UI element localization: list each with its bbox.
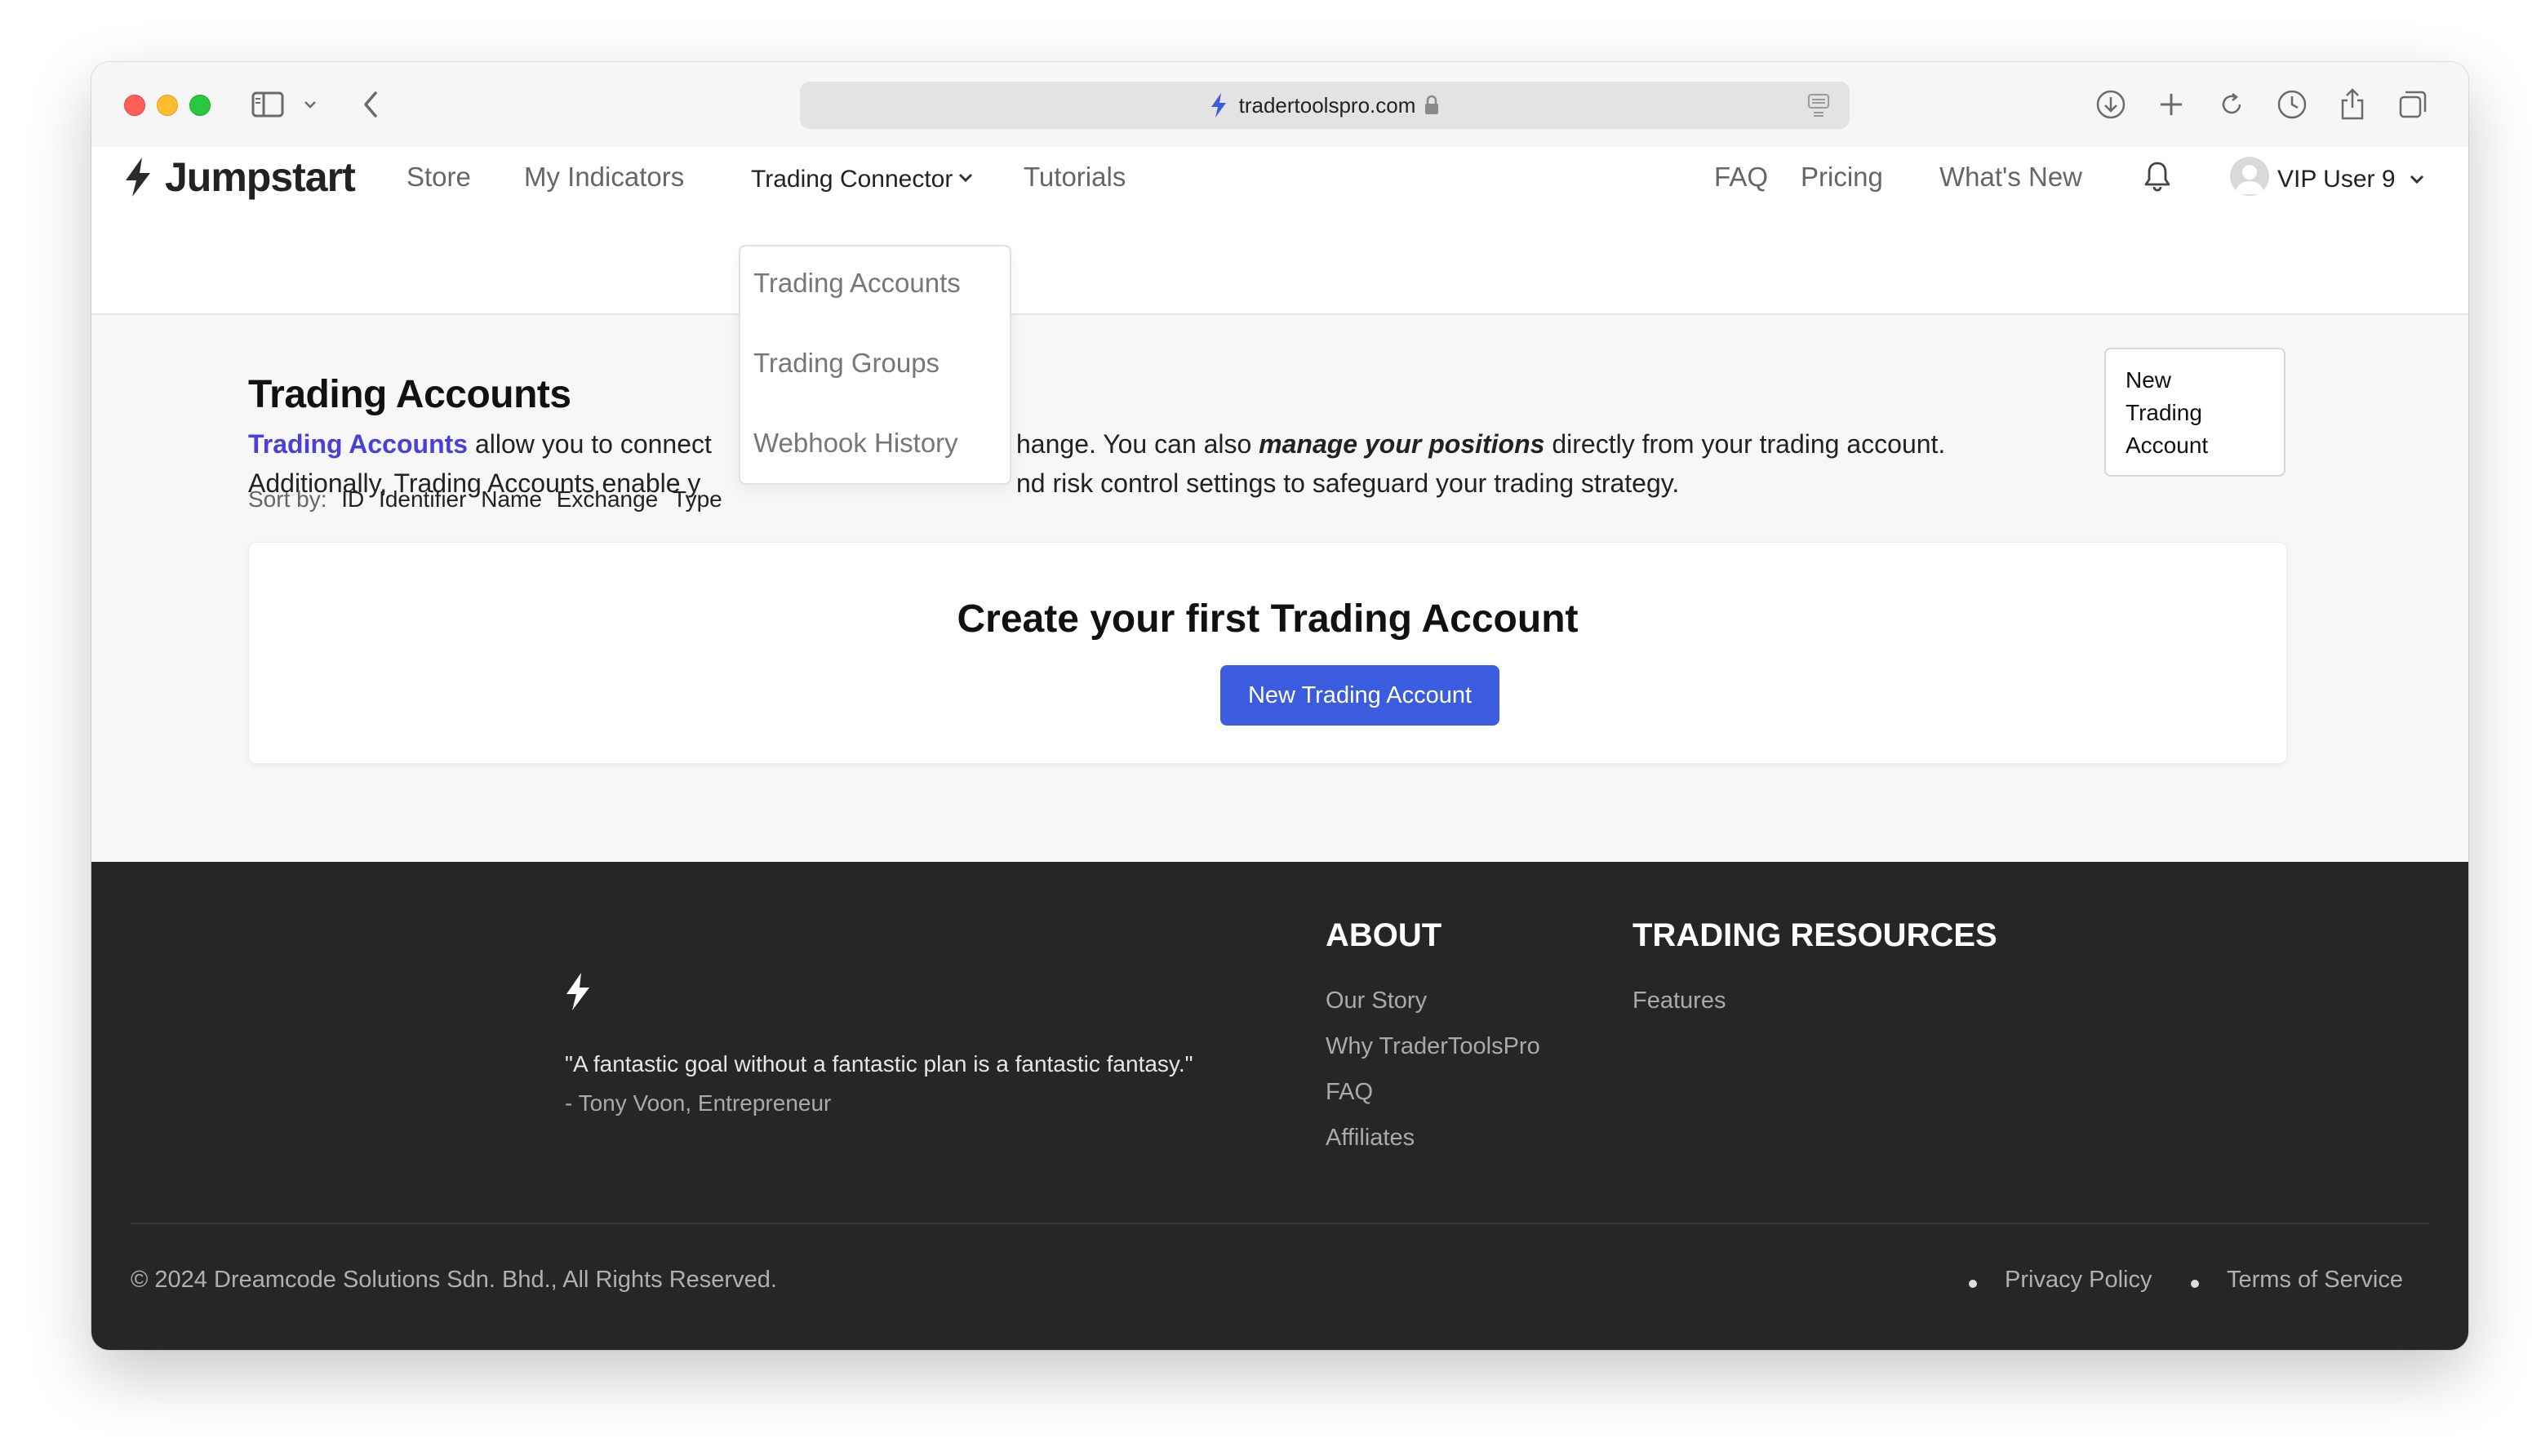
button-label-line: Account — [2126, 433, 2209, 458]
footer-quote-author: - Tony Voon, Entrepreneur — [565, 1090, 832, 1116]
dropdown-item-trading-groups[interactable]: Trading Groups — [753, 348, 940, 379]
footer-link-our-story[interactable]: Our Story — [1326, 988, 1427, 1014]
page-description-line-1-tail: hange. You can also manage your position… — [1016, 429, 1945, 459]
sort-option-exchange[interactable]: Exchange — [557, 486, 659, 512]
footer-quote: "A fantastic goal without a fantastic pl… — [565, 1051, 1193, 1076]
share-icon[interactable] — [2331, 83, 2374, 126]
chevron-down-icon — [957, 171, 975, 184]
bullet-icon — [2191, 1280, 2199, 1288]
new-tab-icon[interactable] — [2150, 83, 2192, 126]
history-icon[interactable] — [2271, 83, 2313, 126]
sort-option-name[interactable]: Name — [481, 486, 542, 512]
create-trading-account-button[interactable]: New Trading Account — [1220, 665, 1499, 726]
tabs-overview-icon[interactable] — [2392, 83, 2434, 126]
chevron-down-icon[interactable] — [294, 83, 326, 126]
copyright: © 2024 Dreamcode Solutions Sdn. Bhd., Al… — [131, 1267, 777, 1293]
nav-tutorials[interactable]: Tutorials — [1024, 162, 1126, 193]
page-description-line-2-tail: nd risk control settings to safeguard yo… — [1016, 468, 1679, 499]
desc-text: directly from your trading account. — [1544, 429, 1946, 459]
lock-icon — [1424, 95, 1440, 116]
bullet-icon — [1969, 1280, 1977, 1288]
terms-of-service-link[interactable]: Terms of Service — [2227, 1267, 2403, 1294]
reader-icon[interactable] — [1807, 93, 1830, 118]
reload-icon[interactable] — [2210, 83, 2253, 126]
download-icon[interactable] — [2090, 83, 2132, 126]
url-text: tradertoolspro.com — [1238, 92, 1416, 118]
desc-text: allow you to connect — [468, 429, 712, 459]
address-bar[interactable]: tradertoolspro.com — [800, 82, 1850, 129]
footer-link-faq[interactable]: FAQ — [1326, 1079, 1373, 1106]
empty-state-title: Create your first Trading Account — [957, 597, 1579, 641]
sort-label: Sort by: — [248, 486, 327, 512]
site-bolt-icon — [1210, 92, 1228, 118]
footer-resources-heading: TRADING RESOURCES — [1632, 917, 1997, 953]
nav-faq[interactable]: FAQ — [1714, 162, 1768, 193]
chevron-down-icon[interactable] — [2408, 173, 2426, 186]
logo-text: Jumpstart — [165, 154, 356, 200]
browser-window: tradertoolspro.com Jumpstart Store My In… — [91, 62, 2468, 1350]
new-trading-account-button[interactable]: New Trading Account — [2104, 348, 2285, 477]
nav-my-indicators[interactable]: My Indicators — [524, 162, 684, 193]
nav-pricing[interactable]: Pricing — [1801, 162, 1883, 193]
sort-option-id[interactable]: ID — [341, 486, 364, 512]
button-label-line: Trading — [2126, 400, 2202, 425]
user-menu[interactable]: VIP User 9 — [2277, 166, 2396, 193]
back-icon[interactable] — [349, 83, 392, 126]
nav-store[interactable]: Store — [406, 162, 471, 193]
dropdown-item-trading-accounts[interactable]: Trading Accounts — [753, 268, 961, 299]
trading-connector-dropdown: Trading Accounts Trading Groups Webhook … — [739, 245, 1011, 485]
page-title: Trading Accounts — [248, 373, 571, 416]
sort-option-type[interactable]: Type — [673, 486, 722, 512]
sort-option-identifier[interactable]: Identifier — [379, 486, 466, 512]
empty-state-card: Create your first Trading Account New Tr… — [248, 542, 2287, 764]
sidebar-toggle-icon[interactable] — [247, 83, 289, 126]
bell-icon[interactable] — [2143, 160, 2171, 193]
trading-accounts-link[interactable]: Trading Accounts — [248, 429, 468, 459]
nav-whats-new[interactable]: What's New — [1939, 162, 2082, 193]
desc-emphasis: manage your positions — [1259, 429, 1545, 459]
desc-text: hange. You can also — [1016, 429, 1259, 459]
logo-bolt-icon — [126, 158, 150, 197]
page-description-line-1: Trading Accounts allow you to connect — [248, 429, 712, 459]
minimize-window-button[interactable] — [157, 95, 178, 116]
button-label-line: New — [2126, 367, 2172, 393]
desc-text: nd risk control settings to safeguard yo… — [1016, 468, 1680, 498]
zoom-window-button[interactable] — [189, 95, 211, 116]
footer-bolt-icon — [563, 971, 593, 1012]
sort-bar: Sort by: ID Identifier Name Exchange Typ… — [248, 486, 722, 513]
avatar[interactable] — [2230, 157, 2269, 196]
dropdown-item-webhook-history[interactable]: Webhook History — [753, 428, 958, 459]
logo[interactable]: Jumpstart — [122, 153, 356, 201]
nav-trading-connector[interactable]: Trading Connector — [751, 166, 953, 193]
footer-link-why[interactable]: Why TraderToolsPro — [1326, 1033, 1540, 1060]
footer-link-affiliates[interactable]: Affiliates — [1326, 1125, 1415, 1152]
privacy-policy-link[interactable]: Privacy Policy — [2005, 1267, 2152, 1294]
footer-link-features[interactable]: Features — [1632, 988, 1726, 1014]
footer-about-heading: ABOUT — [1326, 917, 1442, 953]
footer-divider — [131, 1223, 2429, 1224]
close-window-button[interactable] — [124, 95, 145, 116]
browser-toolbar: tradertoolspro.com — [91, 62, 2468, 147]
